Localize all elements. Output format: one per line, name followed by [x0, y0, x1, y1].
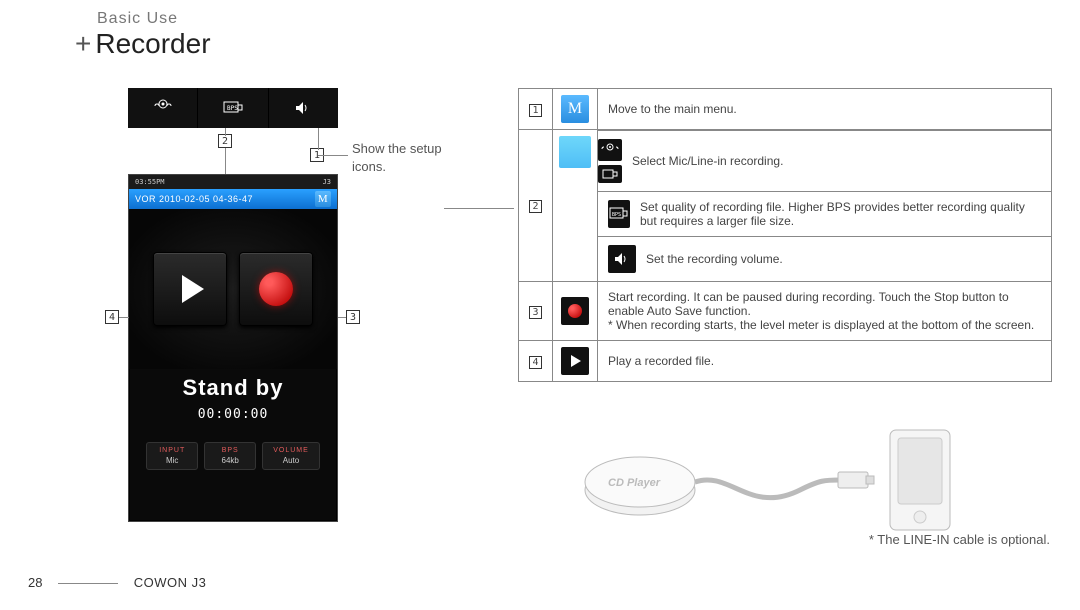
setup-toolbar: BPS [128, 88, 338, 128]
callout-2-toolbar: 2 [218, 134, 232, 148]
bps-icon: BPS [608, 200, 630, 228]
record-icon [259, 272, 293, 306]
mic-icon [598, 139, 622, 161]
line-in-illustration: CD Player [570, 420, 990, 540]
row2-num: 2 [529, 200, 542, 213]
section-label: Basic Use [97, 10, 178, 28]
pill-bps-value: 64kb [215, 456, 245, 465]
pill-input-label: INPUT [157, 447, 187, 454]
record-icon-sm [561, 297, 589, 325]
status-bar: 03:55PM J3 [129, 175, 337, 189]
cd-player-label: CD Player [608, 477, 661, 489]
main-menu-icon: M [561, 95, 589, 123]
vor-filename: VOR 2010-02-05 04-36-47 [135, 194, 253, 204]
play-icon [182, 275, 204, 303]
setup-panel-icon [559, 136, 591, 168]
svg-text:BPS: BPS [227, 105, 238, 112]
table-row: 4 Play a recorded file. [519, 341, 1052, 382]
title-text: Recorder [95, 28, 210, 59]
line-in-note: * The LINE-IN cable is optional. [869, 532, 1050, 547]
pill-bps[interactable]: BPS 64kb [204, 442, 256, 470]
row2a-desc: Select Mic/Line-in recording. [632, 154, 783, 168]
table-row: Select Mic/Line-in recording. [519, 131, 1052, 192]
line-in-icon [598, 165, 622, 183]
callout-4-device: 4 [105, 310, 119, 324]
table-row: 3 Start recording. It can be paused duri… [519, 282, 1052, 341]
pill-input[interactable]: INPUT Mic [146, 442, 198, 470]
title-plus: + [75, 28, 91, 59]
page-title: +Recorder [75, 28, 211, 60]
status-pill-row: INPUT Mic BPS 64kb VOLUME Auto [129, 442, 337, 470]
row2b-desc: Set quality of recording file. Higher BP… [640, 200, 1041, 228]
standby-label: Stand by [129, 375, 337, 401]
table-row: BPS Set quality of recording file. Highe… [519, 192, 1052, 237]
record-button[interactable] [239, 252, 313, 326]
pill-bps-label: BPS [215, 447, 245, 454]
status-time: 03:55PM [135, 178, 165, 186]
pill-volume[interactable]: VOLUME Auto [262, 442, 320, 470]
callout-3-device: 3 [346, 310, 360, 324]
toolbar-bps-icon[interactable]: BPS [198, 88, 268, 128]
row2c-desc: Set the recording volume. [646, 252, 783, 266]
callout-text-setup: Show the setup icons. [352, 140, 442, 176]
row4-num: 4 [529, 356, 542, 369]
description-table: 1 M Move to the main menu. 2 [518, 88, 1052, 382]
row3-desc: Start recording. It can be paused during… [598, 282, 1052, 341]
timer-label: 00:00:00 [129, 407, 337, 422]
pill-volume-value: Auto [273, 456, 309, 465]
volume-icon [608, 245, 636, 273]
table-row: Set the recording volume. [519, 237, 1052, 282]
footer-rule [58, 583, 118, 584]
callout-setup-line2: icons. [352, 159, 386, 174]
recording-info-bar: VOR 2010-02-05 04-36-47 M [129, 189, 337, 209]
footer-model: COWON J3 [134, 575, 207, 590]
pill-input-value: Mic [157, 456, 187, 465]
callout-setup-line1: Show the setup [352, 141, 442, 156]
toolbar-mic-line-icon[interactable] [128, 88, 198, 128]
device-screen: 03:55PM J3 VOR 2010-02-05 04-36-47 M Sta… [128, 174, 338, 522]
row4-desc: Play a recorded file. [598, 341, 1052, 382]
page-number: 28 [28, 575, 42, 590]
status-model: J3 [323, 178, 331, 186]
row3-num: 3 [529, 306, 542, 319]
page-footer: 28 COWON J3 [28, 575, 206, 590]
table-row: 1 M Move to the main menu. [519, 89, 1052, 130]
row1-desc: Move to the main menu. [598, 89, 1052, 130]
play-icon-sm [561, 347, 589, 375]
main-menu-badge[interactable]: M [315, 191, 331, 207]
svg-text:BPS: BPS [612, 212, 621, 218]
play-button[interactable] [153, 252, 227, 326]
toolbar-volume-icon[interactable] [269, 88, 338, 128]
row1-num: 1 [529, 104, 542, 117]
pill-volume-label: VOLUME [273, 447, 309, 454]
